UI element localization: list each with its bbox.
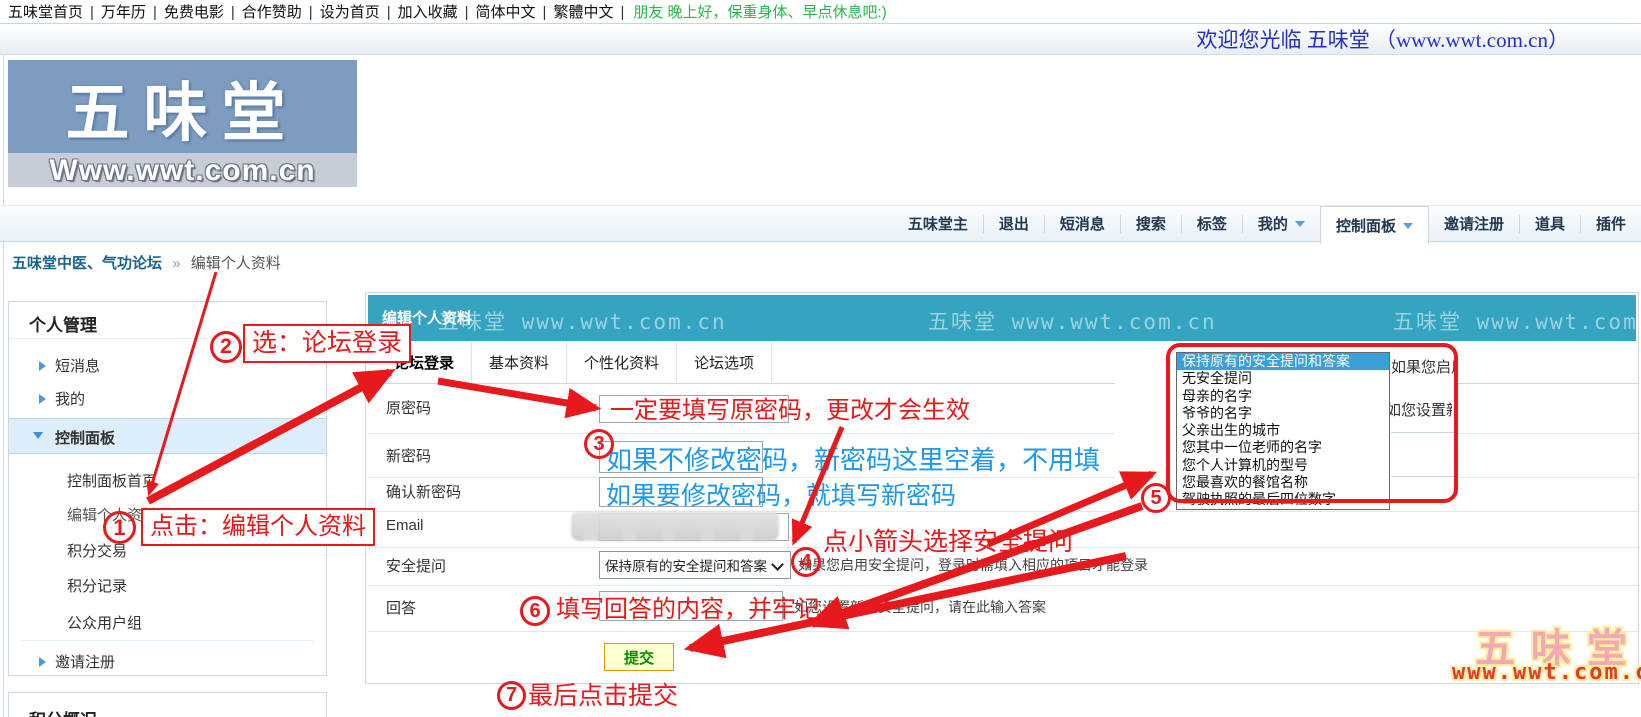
corner-watermark-url: www.wwt.com.cn: [1452, 660, 1641, 685]
email-redaction-blur: [571, 511, 779, 541]
step-circle-6: 6: [520, 596, 550, 626]
logo-url-text: Www.wwt.com.cn: [8, 154, 357, 187]
annotation-step7-text: 最后点击提交: [528, 684, 678, 709]
header-watermark: 五味堂 www.wwt.com.cn: [1393, 306, 1636, 336]
nav-mine[interactable]: 我的: [1242, 215, 1320, 233]
top-link-bar: 五味堂首页 万年历 免费电影 合作赞助 设为首页 加入收藏 简体中文 繁體中文 …: [0, 0, 1641, 24]
annotation-red-box: [1166, 343, 1458, 503]
step-circle-7: 7: [497, 681, 526, 710]
top-link-calendar[interactable]: 万年历: [101, 1, 164, 22]
nav-props[interactable]: 道具: [1519, 215, 1580, 233]
top-link-home[interactable]: 五味堂首页: [8, 1, 101, 22]
sidebar-credit-overview: 积分概况: [8, 692, 327, 717]
answer-label: 回答: [386, 597, 416, 618]
top-link-bookmark[interactable]: 加入收藏: [398, 1, 476, 22]
chevron-down-icon: [771, 558, 784, 571]
chevron-down-icon: [1295, 221, 1305, 227]
sidebar-item-public-usergroup[interactable]: 公众用户组: [67, 612, 142, 633]
nav-logout[interactable]: 退出: [983, 215, 1044, 233]
annotation-step3-text: 一定要填写原密码，更改才会生效: [610, 399, 970, 423]
security-question-hint: 如果您启用安全提问，登录时需填入相应的项目才能登录: [798, 555, 1148, 575]
collapsed-arrow-icon: [39, 657, 46, 667]
step-circle-4: 4: [791, 547, 821, 577]
sidebar-item-invite[interactable]: 邀请注册: [55, 651, 115, 672]
step-circle-2: 2: [210, 331, 242, 363]
top-link-set-homepage[interactable]: 设为首页: [320, 1, 398, 22]
annotation-step6-text: 填写回答的内容，并牢记: [556, 598, 820, 622]
new-password-label: 新密码: [386, 445, 431, 466]
site-logo[interactable]: 五味堂 Www.wwt.com.cn: [8, 60, 357, 187]
greeting-text: 朋友 晚上好，保重身体、早点休息吧:): [633, 1, 886, 22]
breadcrumb-forum-link[interactable]: 五味堂中医、气功论坛: [12, 255, 162, 272]
nav-bar: 五味堂主 退出 短消息 搜索 标签 我的 控制面板 邀请注册 道具 插件: [0, 205, 1641, 242]
nav-username[interactable]: 五味堂主: [893, 215, 983, 233]
top-link-movies[interactable]: 免费电影: [164, 1, 242, 22]
sidebar-item-credit-log[interactable]: 积分记录: [67, 575, 127, 596]
row-divider: [367, 585, 1639, 586]
welcome-bar: 欢迎您光临 五味堂 （www.wwt.com.cn）: [0, 24, 1641, 55]
panel-header-bar: 五味堂 www.wwt.com.cn 五味堂 www.wwt.com.cn 五味…: [368, 295, 1636, 341]
nav-search[interactable]: 搜索: [1120, 215, 1181, 233]
header-watermark: 五味堂 www.wwt.com.cn: [438, 306, 727, 336]
nav-messages[interactable]: 短消息: [1044, 215, 1120, 233]
page: 五味堂首页 万年历 免费电影 合作赞助 设为首页 加入收藏 简体中文 繁體中文 …: [0, 0, 1641, 717]
security-question-selected-value: 保持原有的安全提问和答案: [605, 555, 767, 575]
expanded-arrow-icon: [33, 432, 43, 439]
collapsed-arrow-icon: [39, 361, 46, 371]
nav-mine-label: 我的: [1258, 213, 1288, 234]
tab-personalized-profile[interactable]: 个性化资料: [567, 341, 677, 383]
submit-button[interactable]: 提交: [604, 643, 674, 671]
top-link-simplified[interactable]: 简体中文: [476, 1, 554, 22]
divider: [21, 640, 313, 641]
row-divider: [367, 511, 1639, 512]
annotation-step2-box: 选：论坛登录: [243, 324, 411, 363]
breadcrumb-current: 编辑个人资料: [191, 255, 281, 272]
sidebar-section-title: 个人管理: [29, 311, 97, 336]
breadcrumb-separator: »: [172, 255, 180, 272]
header-watermark: 五味堂 www.wwt.com.cn: [928, 306, 1217, 336]
email-label: Email: [386, 517, 424, 534]
step-circle-1: 1: [103, 511, 136, 544]
nav-plugins[interactable]: 插件: [1580, 215, 1641, 233]
answer-hint: 如您设置新的安全提问，请在此输入答案: [794, 597, 1046, 617]
row-divider: [367, 631, 1639, 632]
nav-tags[interactable]: 标签: [1181, 215, 1242, 233]
top-link-traditional[interactable]: 繁體中文: [553, 1, 631, 22]
sidebar-item-control-panel[interactable]: 控制面板: [55, 427, 115, 448]
sidebar-section2-title: 积分概况: [29, 706, 97, 717]
sidebar-item-messages[interactable]: 短消息: [55, 355, 100, 376]
confirm-password-label: 确认新密码: [386, 481, 461, 502]
tab-basic-profile[interactable]: 基本资料: [472, 341, 567, 383]
top-link-sponsor[interactable]: 合作赞助: [242, 1, 320, 22]
welcome-text: 欢迎您光临 五味堂 （www.wwt.com.cn）: [1196, 24, 1569, 54]
annotation-note-newpassword: 如果不修改密码，新密码这里空着，不用填: [606, 446, 1100, 475]
collapsed-arrow-icon: [39, 394, 46, 404]
step-circle-3: 3: [584, 429, 614, 459]
annotation-step1-box: 点击：编辑个人资料: [141, 508, 375, 546]
annotation-step4-text: 点小箭头选择安全提问: [823, 530, 1073, 555]
nav-control-panel-active[interactable]: 控制面板: [1320, 206, 1429, 244]
nav-control-panel-label: 控制面板: [1336, 215, 1396, 236]
tab-forum-options[interactable]: 论坛选项: [677, 341, 772, 383]
nav-invite[interactable]: 邀请注册: [1429, 215, 1519, 233]
old-password-label: 原密码: [386, 397, 431, 418]
page-left-border: [3, 55, 4, 717]
logo-title-glyphs: 五味堂: [8, 62, 357, 154]
sidebar-item-cp-home[interactable]: 控制面板首页: [67, 470, 157, 491]
security-question-select[interactable]: 保持原有的安全提问和答案: [599, 551, 791, 579]
annotation-note-confirmpassword: 如果要修改密码，就填写新密码: [606, 483, 956, 511]
chevron-down-icon: [1403, 223, 1413, 229]
security-question-label: 安全提问: [386, 555, 446, 576]
sidebar-item-mine[interactable]: 我的: [55, 388, 85, 409]
step-circle-5: 5: [1141, 483, 1171, 513]
breadcrumb: 五味堂中医、气功论坛 » 编辑个人资料: [12, 252, 281, 273]
